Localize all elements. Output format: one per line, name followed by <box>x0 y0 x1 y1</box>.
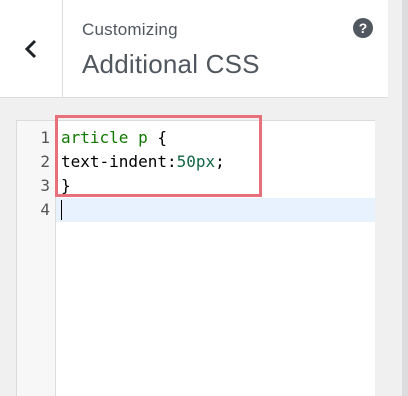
active-line-highlight <box>56 198 375 222</box>
chevron-left-icon <box>24 38 38 60</box>
line-number: 2 <box>40 152 50 171</box>
css-number: 50px <box>176 152 216 171</box>
customizer-panel: Customizing Additional CSS ? 1 2 3 4 art… <box>0 0 408 396</box>
line-number-gutter: 1 2 3 4 <box>17 121 56 396</box>
css-code-editor[interactable]: 1 2 3 4 article p { text-indent:50px; } <box>16 120 375 396</box>
line-number: 1 <box>40 128 50 147</box>
code-line[interactable]: } <box>61 174 71 198</box>
title-block: Customizing Additional CSS <box>82 18 260 82</box>
css-punct: } <box>61 176 71 195</box>
code-line[interactable]: text-indent:50px; <box>61 150 225 174</box>
panel-title: Additional CSS <box>82 49 260 79</box>
text-cursor <box>61 200 62 220</box>
code-line[interactable]: article p { <box>61 126 167 150</box>
css-punct: ; <box>215 152 225 171</box>
line-number: 3 <box>40 176 50 195</box>
customizer-header: Customizing Additional CSS ? <box>0 0 388 98</box>
panel-subtitle: Customizing <box>82 20 178 39</box>
css-punct: { <box>147 128 167 147</box>
help-icon[interactable]: ? <box>353 18 373 38</box>
back-button[interactable] <box>0 0 63 97</box>
scrollbar-track[interactable] <box>402 0 408 396</box>
css-selector: article p <box>61 128 148 147</box>
css-property: text-indent: <box>61 152 177 171</box>
code-area[interactable]: article p { text-indent:50px; } <box>56 121 375 396</box>
line-number: 4 <box>40 200 50 219</box>
preview-edge <box>388 0 408 396</box>
